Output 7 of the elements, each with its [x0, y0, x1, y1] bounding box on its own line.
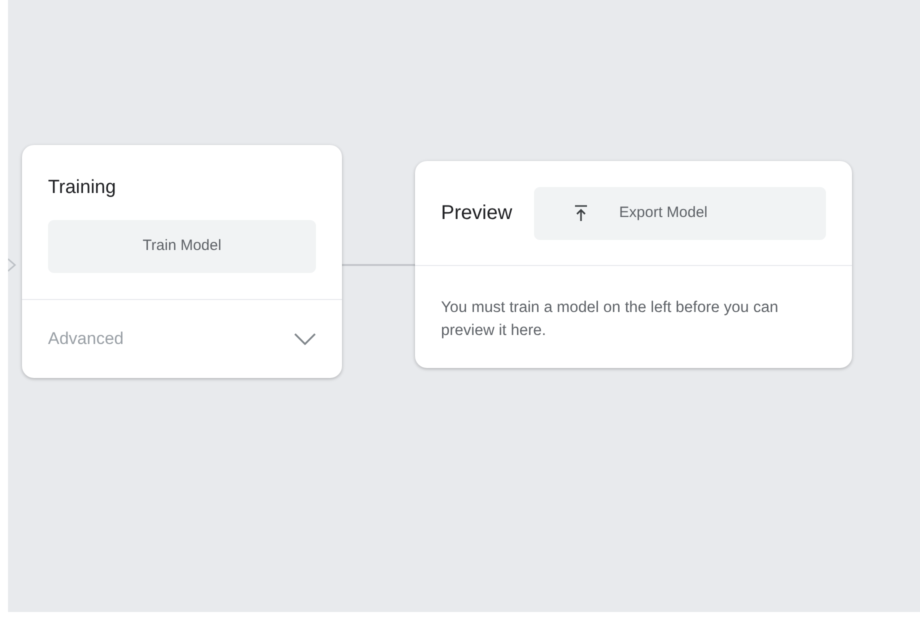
chevron-down-icon [294, 333, 316, 345]
upload-icon [574, 204, 588, 222]
card-title: Training [48, 177, 116, 199]
export-model-button[interactable]: Export Model [534, 186, 826, 240]
card-title: Preview [441, 201, 512, 226]
preview-message: You must train a model on the left before you can preview it here. [441, 298, 780, 341]
train-model-button[interactable]: Train Model [48, 220, 316, 273]
